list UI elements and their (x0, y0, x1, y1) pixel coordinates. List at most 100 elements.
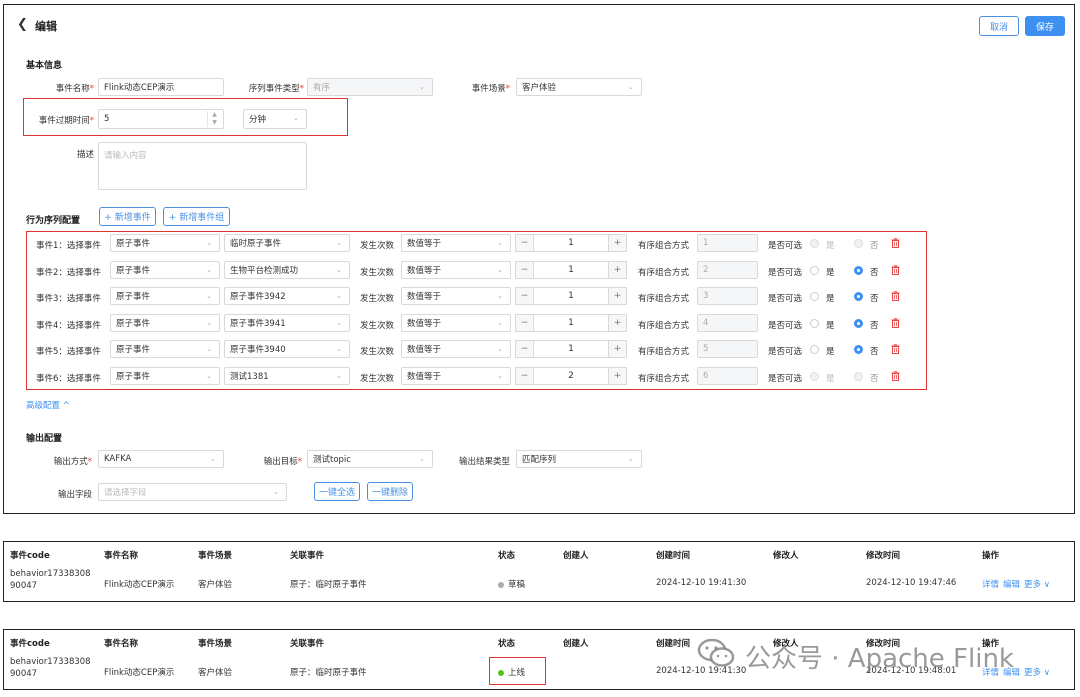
scene-cell: 客户体验 (198, 668, 233, 678)
chevron-down-icon: ⌄ (206, 292, 212, 300)
radio-yes[interactable] (810, 266, 819, 275)
delete-all-button[interactable]: 一键删除 (367, 482, 413, 501)
radio-yes[interactable] (810, 239, 819, 248)
event-select[interactable]: 原子事件3942 ⌄ (224, 287, 350, 305)
more-link[interactable]: 更多 ∨ (1024, 580, 1050, 590)
radio-yes[interactable] (810, 292, 819, 301)
trash-icon[interactable] (891, 265, 900, 275)
event-type-select[interactable]: 原子事件 ⌄ (110, 314, 220, 332)
trash-icon[interactable] (891, 344, 900, 354)
combo-input[interactable]: 6 (697, 367, 758, 385)
combo-input[interactable]: 4 (697, 314, 758, 332)
modified-cell: 2024-12-10 19:47:46 (866, 578, 957, 588)
count-op-select[interactable]: 数值等于 ⌄ (401, 287, 511, 305)
scene-select[interactable]: 客户体验 ⌄ (516, 78, 642, 96)
minus-icon[interactable]: − (516, 368, 534, 384)
stepper-arrows-icon[interactable]: ▲ ▼ (207, 111, 221, 127)
event-select[interactable]: 生物平台检测成功 ⌄ (224, 261, 350, 279)
plus-icon[interactable]: + (608, 341, 626, 357)
radio-yes-label: 是 (826, 294, 835, 304)
count-stepper[interactable]: − 2 + (515, 367, 627, 385)
count-op-select[interactable]: 数值等于 ⌄ (401, 261, 511, 279)
event-select[interactable]: 原子事件3941 ⌄ (224, 314, 350, 332)
radio-no[interactable] (854, 266, 863, 275)
output-mode-select[interactable]: KAFKA ⌄ (98, 450, 224, 468)
radio-no-label: 否 (870, 294, 879, 304)
result-type-select[interactable]: 匹配序列 ⌄ (516, 450, 642, 468)
minus-icon[interactable]: − (516, 288, 534, 304)
select-all-button[interactable]: 一键全选 (314, 482, 360, 501)
chevron-down-icon: ⌄ (206, 319, 212, 327)
add-event-group-button[interactable]: + 新增事件组 (163, 207, 230, 226)
count-stepper[interactable]: − 1 + (515, 340, 627, 358)
radio-no[interactable] (854, 319, 863, 328)
minus-icon[interactable]: − (516, 315, 534, 331)
plus-icon[interactable]: + (608, 235, 626, 251)
count-op-select[interactable]: 数值等于 ⌄ (401, 314, 511, 332)
chevron-down-icon: ⌄ (206, 266, 212, 274)
combo-input[interactable]: 1 (697, 234, 758, 252)
radio-yes[interactable] (810, 319, 819, 328)
back-icon[interactable]: ❮ (17, 17, 28, 32)
event-select[interactable]: 临时原子事件 ⌄ (224, 234, 350, 252)
radio-no[interactable] (854, 345, 863, 354)
count-op-select[interactable]: 数值等于 ⌄ (401, 234, 511, 252)
event-select[interactable]: 原子事件3940 ⌄ (224, 340, 350, 358)
seq-type-select[interactable]: 有序 ⌄ (307, 78, 433, 96)
event-row-label: 事件3：选择事件 (36, 294, 101, 304)
add-event-button[interactable]: + 新增事件 (99, 207, 156, 226)
output-target-select[interactable]: 测试topic ⌄ (307, 450, 433, 468)
advanced-config-link[interactable]: 高级配置 ^ (26, 399, 70, 411)
optional-label: 是否可选 (768, 268, 803, 278)
optional-label: 是否可选 (768, 347, 803, 357)
expire-unit-select[interactable]: 分钟 ⌄ (243, 109, 307, 129)
event-select[interactable]: 测试1381 ⌄ (224, 367, 350, 385)
event-value: 原子事件3942 (230, 292, 286, 302)
count-stepper[interactable]: − 1 + (515, 234, 627, 252)
count-stepper[interactable]: − 1 + (515, 287, 627, 305)
expire-input[interactable]: 5 ▲ ▼ (98, 109, 224, 129)
radio-yes[interactable] (810, 372, 819, 381)
event-type-select[interactable]: 原子事件 ⌄ (110, 340, 220, 358)
trash-icon[interactable] (891, 291, 900, 301)
trash-icon[interactable] (891, 238, 900, 248)
trash-icon[interactable] (891, 371, 900, 381)
column-header: 状态 (498, 639, 516, 649)
combo-input[interactable]: 2 (697, 261, 758, 279)
radio-no[interactable] (854, 372, 863, 381)
event-type-select[interactable]: 原子事件 ⌄ (110, 367, 220, 385)
column-header: 事件名称 (104, 639, 139, 649)
detail-link[interactable]: 详情 (982, 580, 999, 590)
minus-icon[interactable]: − (516, 262, 534, 278)
radio-no[interactable] (854, 292, 863, 301)
plus-icon[interactable]: + (608, 288, 626, 304)
edit-link[interactable]: 编辑 (1003, 580, 1020, 590)
plus-icon[interactable]: + (608, 368, 626, 384)
minus-icon[interactable]: − (516, 341, 534, 357)
count-label: 发生次数 (360, 268, 395, 278)
count-value: 1 (568, 265, 574, 275)
radio-yes[interactable] (810, 345, 819, 354)
trash-icon[interactable] (891, 318, 900, 328)
count-stepper[interactable]: − 1 + (515, 314, 627, 332)
combo-input[interactable]: 5 (697, 340, 758, 358)
event-type-select[interactable]: 原子事件 ⌄ (110, 261, 220, 279)
radio-no[interactable] (854, 239, 863, 248)
event-name-input[interactable]: Flink动态CEP演示 (98, 78, 224, 96)
save-button[interactable]: 保存 (1025, 16, 1065, 36)
combo-input[interactable]: 3 (697, 287, 758, 305)
count-stepper[interactable]: − 1 + (515, 261, 627, 279)
cancel-button[interactable]: 取消 (979, 16, 1019, 36)
plus-icon[interactable]: + (608, 315, 626, 331)
event-type-select[interactable]: 原子事件 ⌄ (110, 287, 220, 305)
count-value: 1 (568, 291, 574, 301)
count-op-select[interactable]: 数值等于 ⌄ (401, 367, 511, 385)
event-type-select[interactable]: 原子事件 ⌄ (110, 234, 220, 252)
count-op-select[interactable]: 数值等于 ⌄ (401, 340, 511, 358)
plus-icon[interactable]: + (608, 262, 626, 278)
count-op-value: 数值等于 (407, 372, 442, 382)
desc-textarea[interactable]: 请输入内容 (98, 142, 307, 190)
minus-icon[interactable]: − (516, 235, 534, 251)
more-link[interactable]: 更多 ∨ (1024, 668, 1050, 678)
output-field-select[interactable]: 请选择字段 ⌄ (98, 483, 287, 501)
